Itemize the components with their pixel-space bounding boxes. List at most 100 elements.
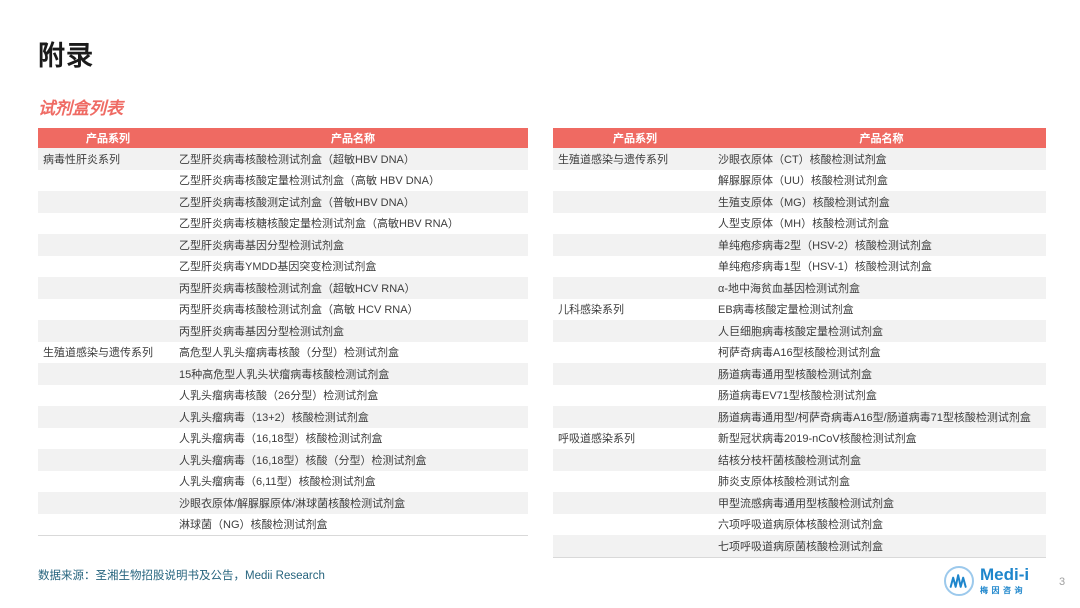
product-series-cell [38,406,178,428]
column-header-series: 产品系列 [38,128,178,148]
medii-logo: Medi-i 梅因咨询 [944,566,1029,596]
product-name-cell: 人乳头瘤病毒（16,18型）核酸检测试剂盒 [178,428,528,450]
product-series-cell [553,277,717,299]
product-name-cell: 肠道病毒通用型/柯萨奇病毒A16型/肠道病毒71型核酸检测试剂盒 [717,406,1046,428]
table-row: 人乳头瘤病毒（13+2）核酸检测试剂盒 [38,406,528,428]
table-row: 15种高危型人乳头状瘤病毒核酸检测试剂盒 [38,363,528,385]
table-row: 乙型肝炎病毒核酸定量检测试剂盒（高敏 HBV DNA） [38,170,528,192]
table-row: 甲型流感病毒通用型核酸检测试剂盒 [553,492,1046,514]
table-row: 沙眼衣原体/解脲脲原体/淋球菌核酸检测试剂盒 [38,492,528,514]
product-name-cell: 生殖支原体（MG）核酸检测试剂盒 [717,191,1046,213]
table-row: 六项呼吸道病原体核酸检测试剂盒 [553,514,1046,536]
product-name-cell: 肠道病毒通用型核酸检测试剂盒 [717,363,1046,385]
product-series-cell [38,385,178,407]
table-row: 肺炎支原体核酸检测试剂盒 [553,471,1046,493]
product-series-cell [38,320,178,342]
table-row: 儿科感染系列EB病毒核酸定量检测试剂盒 [553,299,1046,321]
table-row: 单纯疱疹病毒2型（HSV-2）核酸检测试剂盒 [553,234,1046,256]
report-slide: 附录 试剂盒列表 产品系列 产品名称 病毒性肝炎系列乙型肝炎病毒核酸检测试剂盒（… [0,0,1080,608]
product-name-cell: 单纯疱疹病毒1型（HSV-1）核酸检测试剂盒 [717,256,1046,278]
product-series-cell: 儿科感染系列 [553,299,717,321]
table-row: 乙型肝炎病毒基因分型检测试剂盒 [38,234,528,256]
product-series-cell [38,191,178,213]
table-row: 人乳头瘤病毒（6,11型）核酸检测试剂盒 [38,471,528,493]
page-title: 附录 [38,34,94,73]
product-name-cell: 人巨细胞病毒核酸定量检测试剂盒 [717,320,1046,342]
product-series-cell [38,234,178,256]
table-row: 生殖道感染与遗传系列高危型人乳头瘤病毒核酸（分型）检测试剂盒 [38,342,528,364]
product-name-cell: 人型支原体（MH）核酸检测试剂盒 [717,213,1046,235]
product-name-cell: 乙型肝炎病毒核酸定量检测试剂盒（高敏 HBV DNA） [178,170,528,192]
table-header-row: 产品系列 产品名称 [38,128,528,148]
table-row: 生殖支原体（MG）核酸检测试剂盒 [553,191,1046,213]
product-series-cell [553,170,717,192]
product-series-cell [553,256,717,278]
product-name-cell: 新型冠状病毒2019-nCoV核酸检测试剂盒 [717,428,1046,450]
product-series-cell [553,471,717,493]
table-row: 人乳头瘤病毒（16,18型）核酸检测试剂盒 [38,428,528,450]
product-name-cell: 解脲脲原体（UU）核酸检测试剂盒 [717,170,1046,192]
table-row: 生殖道感染与遗传系列沙眼衣原体（CT）核酸检测试剂盒 [553,148,1046,170]
product-name-cell: 人乳头瘤病毒核酸（26分型）检测试剂盒 [178,385,528,407]
product-series-cell [38,170,178,192]
table-row: 肠道病毒通用型/柯萨奇病毒A16型/肠道病毒71型核酸检测试剂盒 [553,406,1046,428]
table-row: 丙型肝炎病毒核酸检测试剂盒（超敏HCV RNA） [38,277,528,299]
product-series-cell [38,514,178,536]
product-name-cell: 柯萨奇病毒A16型核酸检测试剂盒 [717,342,1046,364]
table-row: 肠道病毒通用型核酸检测试剂盒 [553,363,1046,385]
product-series-cell [553,320,717,342]
product-name-cell: 沙眼衣原体/解脲脲原体/淋球菌核酸检测试剂盒 [178,492,528,514]
product-series-cell [553,492,717,514]
product-name-cell: α-地中海贫血基因检测试剂盒 [717,277,1046,299]
table-row: 乙型肝炎病毒核酸测定试剂盒（普敏HBV DNA） [38,191,528,213]
table-body-left: 病毒性肝炎系列乙型肝炎病毒核酸检测试剂盒（超敏HBV DNA）乙型肝炎病毒核酸定… [38,148,528,536]
product-series-cell [38,492,178,514]
product-series-cell [553,342,717,364]
product-name-cell: 人乳头瘤病毒（13+2）核酸检测试剂盒 [178,406,528,428]
product-series-cell: 生殖道感染与遗传系列 [38,342,178,364]
product-name-cell: 人乳头瘤病毒（16,18型）核酸（分型）检测试剂盒 [178,449,528,471]
logo-wordmark: Medi-i [980,566,1029,583]
source-note: 数据来源：圣湘生物招股说明书及公告，Medii Research [38,567,325,583]
product-name-cell: 乙型肝炎病毒基因分型检测试剂盒 [178,234,528,256]
product-series-cell [38,277,178,299]
product-name-cell: 丙型肝炎病毒核酸检测试剂盒（超敏HCV RNA） [178,277,528,299]
table-header-row: 产品系列 产品名称 [553,128,1046,148]
product-series-cell: 呼吸道感染系列 [553,428,717,450]
table-row: 结核分枝杆菌核酸检测试剂盒 [553,449,1046,471]
table-row: 病毒性肝炎系列乙型肝炎病毒核酸检测试剂盒（超敏HBV DNA） [38,148,528,170]
product-name-cell: 乙型肝炎病毒核酸检测试剂盒（超敏HBV DNA） [178,148,528,170]
product-series-cell [38,449,178,471]
table-row: 人乳头瘤病毒核酸（26分型）检测试剂盒 [38,385,528,407]
product-name-cell: 丙型肝炎病毒基因分型检测试剂盒 [178,320,528,342]
product-series-cell [553,191,717,213]
table-row: 乙型肝炎病毒YMDD基因突变检测试剂盒 [38,256,528,278]
product-name-cell: 肠道病毒EV71型核酸检测试剂盒 [717,385,1046,407]
product-name-cell: 乙型肝炎病毒YMDD基因突变检测试剂盒 [178,256,528,278]
product-name-cell: EB病毒核酸定量检测试剂盒 [717,299,1046,321]
column-header-series: 产品系列 [553,128,717,148]
product-name-cell: 高危型人乳头瘤病毒核酸（分型）检测试剂盒 [178,342,528,364]
product-series-cell [553,406,717,428]
page-number: 3 [1059,576,1065,588]
product-series-cell [38,471,178,493]
product-name-cell: 15种高危型人乳头状瘤病毒核酸检测试剂盒 [178,363,528,385]
product-name-cell: 甲型流感病毒通用型核酸检测试剂盒 [717,492,1046,514]
product-series-cell: 病毒性肝炎系列 [38,148,178,170]
product-series-cell [553,535,717,557]
table-row: 解脲脲原体（UU）核酸检测试剂盒 [553,170,1046,192]
table-row: 淋球菌（NG）核酸检测试剂盒 [38,514,528,536]
column-header-product: 产品名称 [717,128,1046,148]
table-row: 人巨细胞病毒核酸定量检测试剂盒 [553,320,1046,342]
product-name-cell: 肺炎支原体核酸检测试剂盒 [717,471,1046,493]
product-series-cell [553,385,717,407]
product-series-cell [553,234,717,256]
product-name-cell: 人乳头瘤病毒（6,11型）核酸检测试剂盒 [178,471,528,493]
table-row: 呼吸道感染系列新型冠状病毒2019-nCoV核酸检测试剂盒 [553,428,1046,450]
product-name-cell: 乙型肝炎病毒核糖核酸定量检测试剂盒（高敏HBV RNA） [178,213,528,235]
product-series-cell [38,213,178,235]
kit-table-right: 产品系列 产品名称 生殖道感染与遗传系列沙眼衣原体（CT）核酸检测试剂盒解脲脲原… [553,128,1046,558]
table-row: 丙型肝炎病毒基因分型检测试剂盒 [38,320,528,342]
column-header-product: 产品名称 [178,128,528,148]
product-name-cell: 单纯疱疹病毒2型（HSV-2）核酸检测试剂盒 [717,234,1046,256]
